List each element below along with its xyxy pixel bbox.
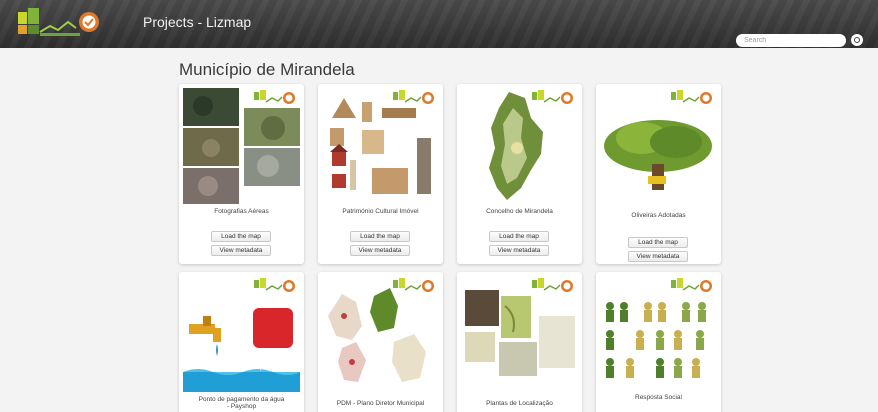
project-card[interactable]: Fotografias Aéreas Load the map View met… [179, 84, 304, 264]
load-map-button[interactable]: Load the map [489, 231, 549, 242]
payshop-label: payshop [259, 364, 287, 371]
project-card[interactable]: payshop Ponto de pagamento da água - Pay… [179, 272, 304, 412]
project-caption: Resposta Social [635, 394, 682, 401]
view-metadata-button[interactable]: View metadata [211, 245, 271, 256]
page-title: Projects - Lizmap [143, 14, 252, 30]
project-caption: PDM - Plano Diretor Municipal [336, 400, 425, 407]
lizmap-logo-badge [671, 90, 712, 104]
project-card[interactable]: Património Cultural Imóvel Load the map … [318, 84, 443, 264]
lizmap-logo-badge [254, 278, 295, 292]
project-caption: Oliveiras Adotadas [631, 212, 686, 219]
load-map-button[interactable]: Load the map [211, 231, 271, 242]
lizmap-logo-badge [532, 278, 573, 292]
load-map-button[interactable]: Load the map [350, 231, 410, 242]
lizmap-logo-badge [254, 90, 295, 104]
project-caption: Concelho de Mirandela [486, 208, 553, 215]
project-card[interactable]: Resposta Social [596, 272, 721, 412]
search-icon[interactable] [851, 34, 863, 46]
top-navbar: Projects - Lizmap [0, 0, 878, 48]
load-map-button[interactable]: Load the map [628, 237, 688, 248]
group-heading: Município de Mirandela [179, 60, 355, 79]
project-caption: Plantas de Localização [486, 400, 553, 407]
project-caption: Fotografias Aéreas [214, 208, 269, 215]
project-card[interactable]: Concelho de Mirandela Load the map View … [457, 84, 582, 264]
search-input[interactable] [736, 34, 846, 47]
view-metadata-button[interactable]: View metadata [628, 251, 688, 262]
view-metadata-button[interactable]: View metadata [489, 245, 549, 256]
lizmap-logo-badge [671, 278, 712, 292]
project-caption: Ponto de pagamento da água - Payshop [198, 396, 285, 410]
project-card[interactable]: Plantas de Localização [457, 272, 582, 412]
lizmap-logo-badge [393, 278, 434, 292]
lizmap-logo-badge [393, 90, 434, 104]
project-caption: Património Cultural Imóvel [342, 208, 419, 215]
lizmap-logo[interactable] [16, 6, 102, 40]
project-card[interactable]: PDM - Plano Diretor Municipal [318, 272, 443, 412]
project-card[interactable]: Oliveiras Adotadas Load the map View met… [596, 84, 721, 264]
lizmap-logo-badge [532, 90, 573, 104]
view-metadata-button[interactable]: View metadata [350, 245, 410, 256]
